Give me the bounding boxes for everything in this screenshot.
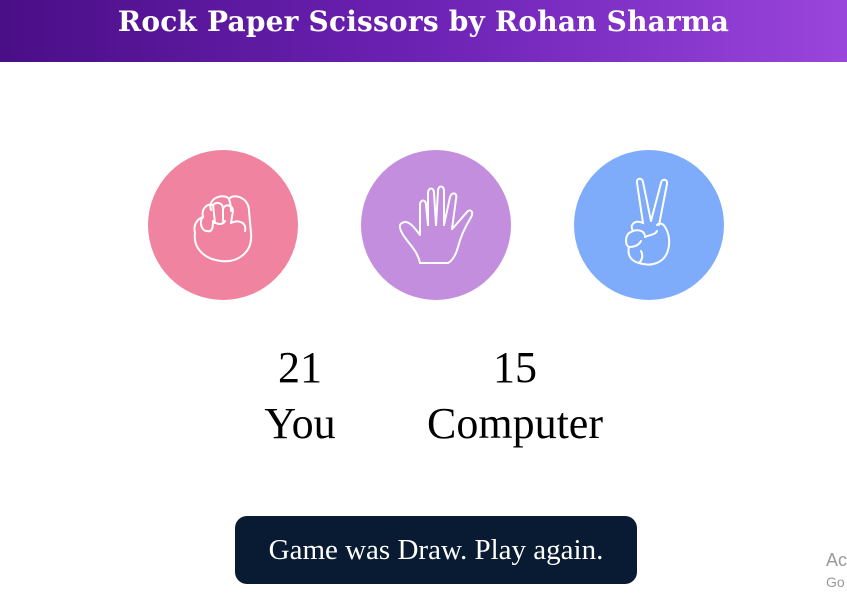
activation-watermark: Ac Go	[826, 549, 847, 593]
user-score-value: 21	[278, 343, 322, 392]
victory-hand-icon	[625, 177, 671, 266]
computer-score-label: Computer	[427, 399, 603, 448]
result-message-text: Game was Draw. Play again.	[268, 533, 604, 566]
watermark-line-2: Go	[826, 574, 845, 590]
computer-score: 15 Computer	[400, 340, 630, 452]
open-hand-icon	[398, 185, 474, 264]
user-score: 21 You	[230, 340, 370, 452]
app-header: Rock Paper Scissors by Rohan Sharma	[0, 0, 847, 62]
paper-choice-button[interactable]	[361, 150, 511, 300]
fist-icon	[193, 195, 253, 263]
result-message: Game was Draw. Play again.	[235, 516, 637, 584]
scissors-choice-button[interactable]	[574, 150, 724, 300]
rock-choice-button[interactable]	[148, 150, 298, 300]
watermark-line-1: Ac	[826, 550, 847, 570]
computer-score-value: 15	[493, 343, 537, 392]
user-score-label: You	[264, 399, 336, 448]
page-title: Rock Paper Scissors by Rohan Sharma	[117, 5, 730, 38]
